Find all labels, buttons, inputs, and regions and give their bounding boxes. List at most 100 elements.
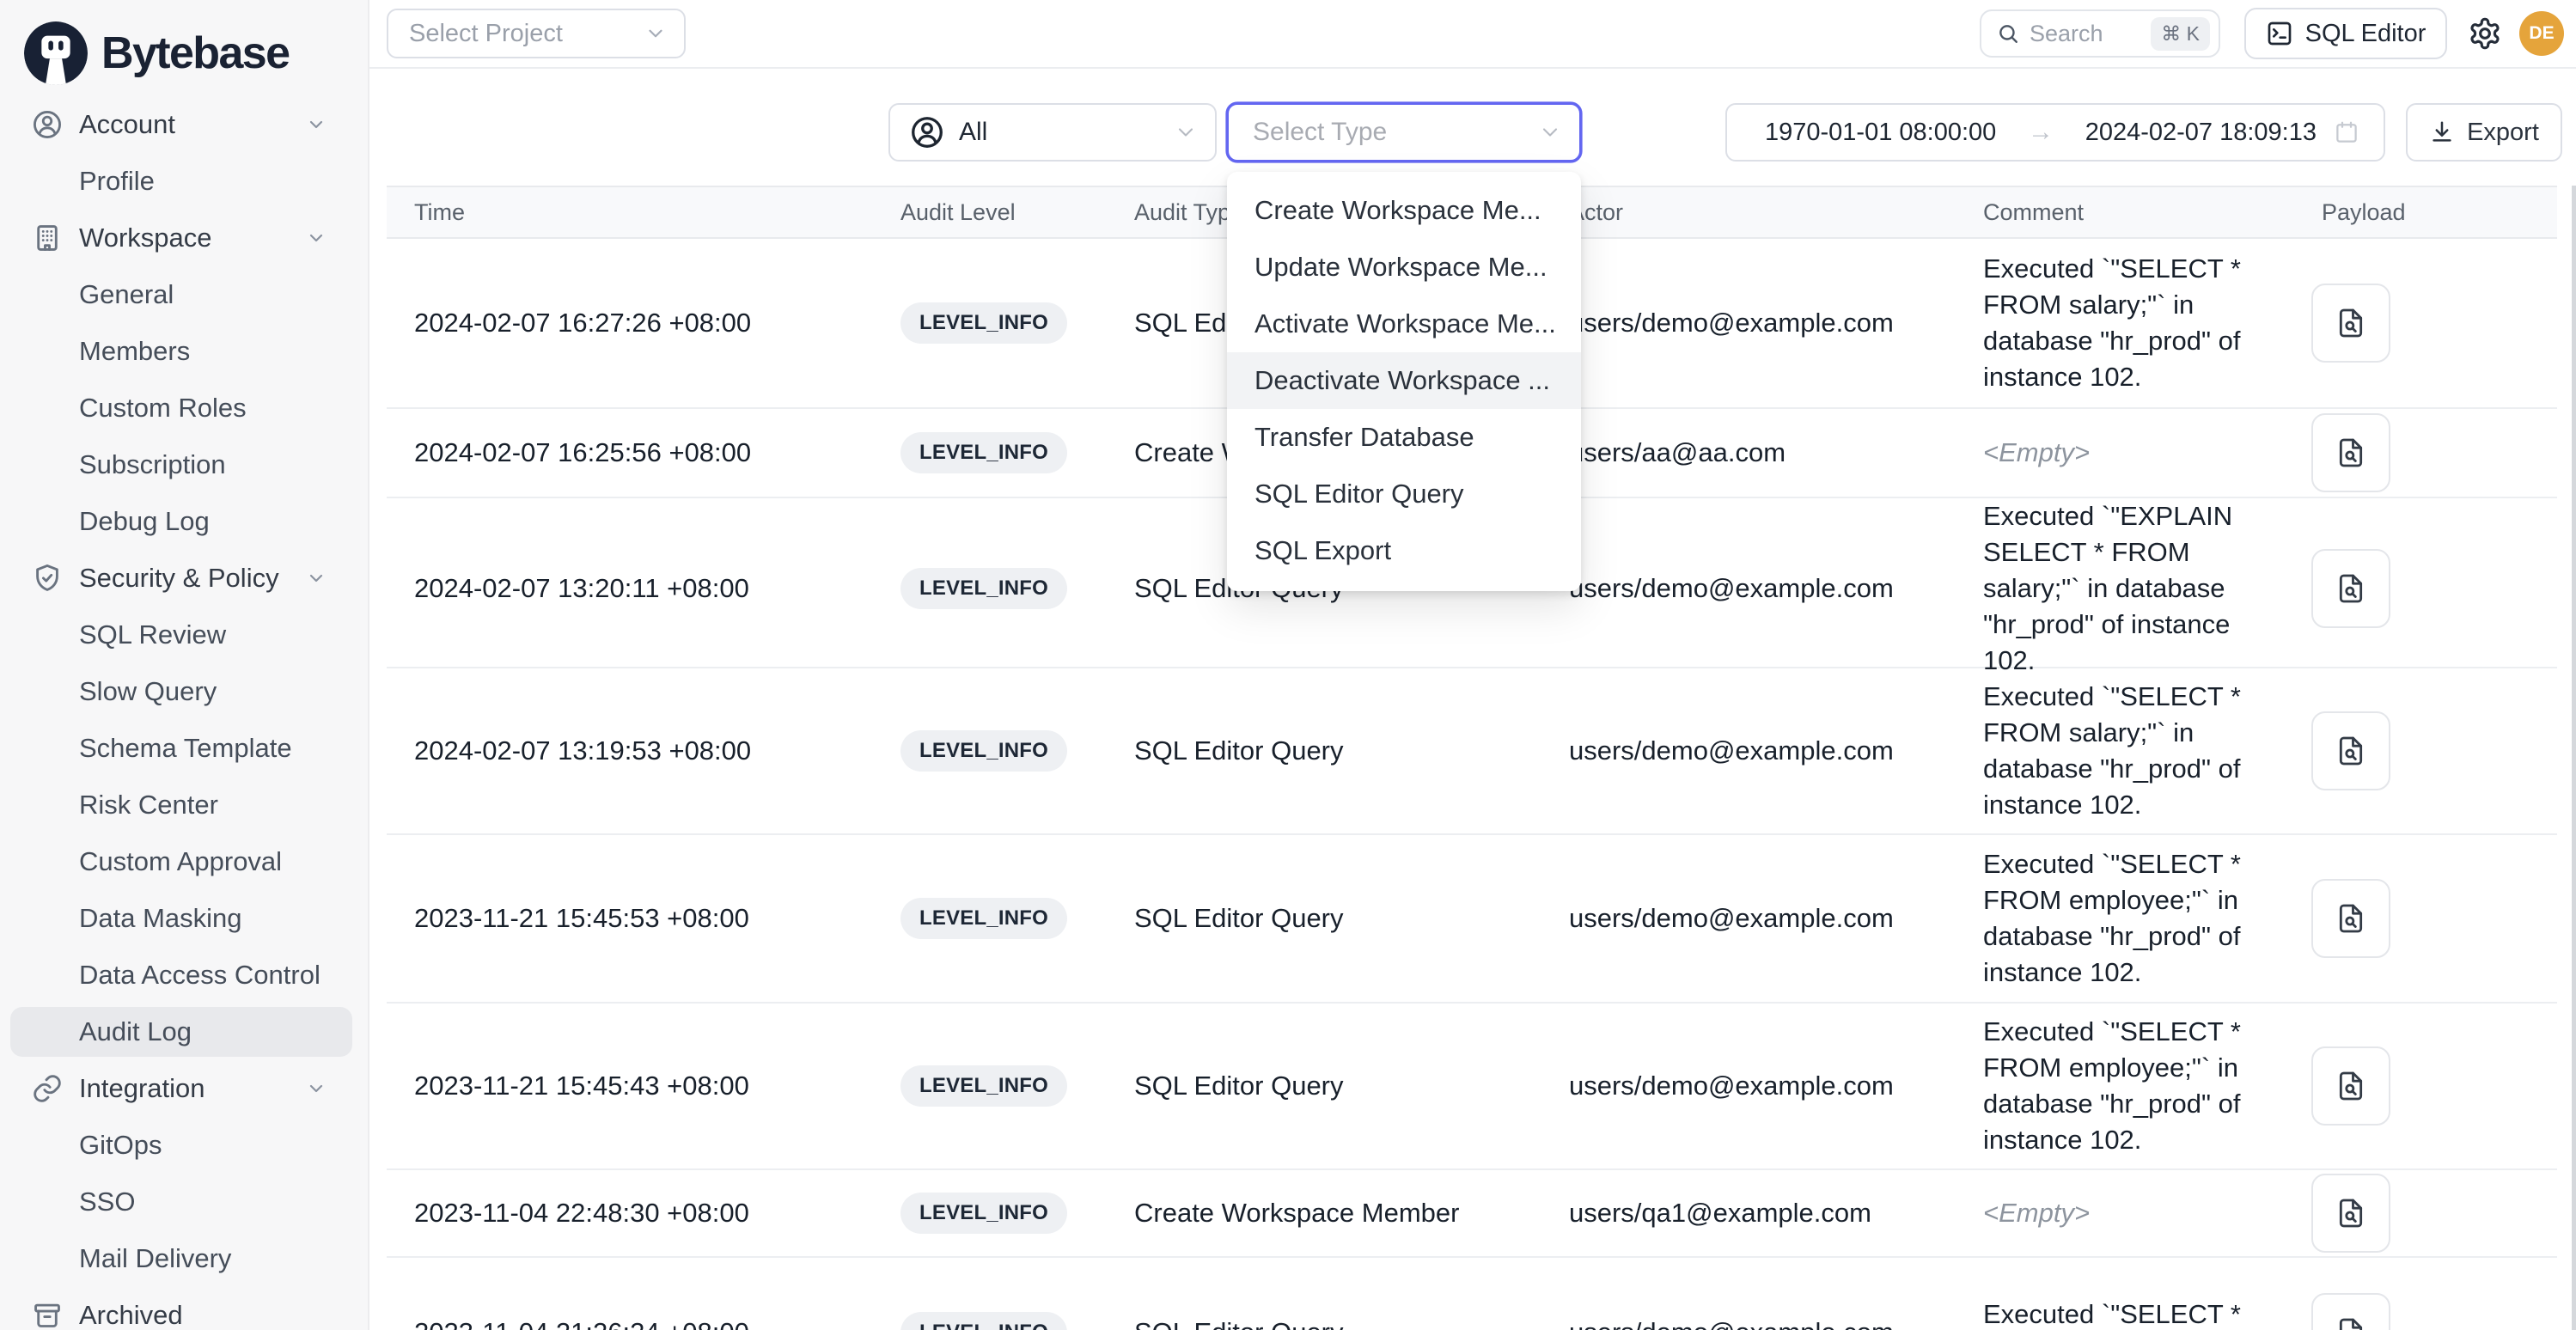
sidebar-item-account[interactable]: Account [0,96,368,153]
table-row: 2023-11-04 21:26:24 +08:00 LEVEL_INFO SQ… [387,1258,2557,1330]
chevron-down-icon [306,114,327,135]
user-circle-icon [909,114,945,150]
export-button[interactable]: Export [2406,103,2562,162]
sidebar-item-schema-template[interactable]: Schema Template [0,720,368,777]
chevron-down-icon [1174,120,1198,144]
cell-audit-type: SQL Editor Query [1134,1317,1569,1330]
level-badge: LEVEL_INFO [900,1193,1067,1234]
chevron-down-icon [306,568,327,589]
view-payload-button[interactable] [2311,1174,2390,1253]
sidebar-item-archived[interactable]: Archived [0,1287,368,1330]
col-header-payload: Payload [2311,199,2557,226]
level-badge: LEVEL_INFO [900,898,1067,939]
sidebar-item-profile[interactable]: Profile [0,153,368,210]
sidebar-item-risk-center[interactable]: Risk Center [0,777,368,833]
cell-audit-level: LEVEL_INFO [900,730,1134,772]
export-label: Export [2467,119,2539,147]
view-payload-button[interactable] [2311,1046,2390,1126]
sidebar-item-data-masking[interactable]: Data Masking [0,890,368,947]
level-badge: LEVEL_INFO [900,568,1067,609]
type-menu-option[interactable]: SQL Export [1227,522,1581,579]
type-filter-select[interactable]: Select Type [1227,103,1581,162]
arrow-right-icon: → [1996,118,2085,147]
date-from-value: 1970-01-01 08:00:00 [1765,119,1996,147]
file-search-icon [2334,1196,2368,1230]
sidebar-item-general[interactable]: General [0,266,368,323]
sidebar-item-subscription[interactable]: Subscription [0,436,368,493]
view-payload-button[interactable] [2311,549,2390,628]
chevron-down-icon [306,228,327,248]
actor-filter-select[interactable]: All [888,103,1217,162]
view-payload-button[interactable] [2311,879,2390,958]
cell-comment: Executed `"SELECT * FROM employee;"` in … [1983,1014,2311,1158]
cell-audit-level: LEVEL_INFO [900,432,1134,473]
brand-logo[interactable]: Bytebase [0,0,368,93]
sidebar-item-custom-approval[interactable]: Custom Approval [0,833,368,890]
file-search-icon [2334,1315,2368,1330]
sidebar-item-data-access-control[interactable]: Data Access Control [0,947,368,1004]
file-search-icon [2334,734,2368,768]
cell-time: 2023-11-04 21:26:24 +08:00 [414,1317,900,1330]
scrollbar[interactable] [2572,186,2576,1330]
cell-comment: Executed `"SELECT * FROM salary;"` in da… [1983,251,2311,395]
cell-audit-type: SQL Editor Query [1134,903,1569,934]
calendar-icon [2334,119,2359,145]
cell-actor: users/demo@example.com [1569,573,1983,604]
sidebar-item-sql-review[interactable]: SQL Review [0,607,368,663]
view-payload-button[interactable] [2311,711,2390,790]
cell-payload [2311,284,2557,363]
sidebar-nav: Account Profile Workspace General Member… [0,96,368,1330]
sidebar-item-gitops[interactable]: GitOps [0,1117,368,1174]
terminal-icon [2266,20,2293,47]
view-payload-button[interactable] [2311,1293,2390,1330]
cell-comment: <Empty> [1983,435,2311,471]
view-payload-button[interactable] [2311,413,2390,492]
sidebar-item-mail-delivery[interactable]: Mail Delivery [0,1230,368,1287]
cell-time: 2023-11-21 15:45:43 +08:00 [414,1071,900,1101]
sql-editor-button[interactable]: SQL Editor [2244,8,2447,59]
shield-check-icon [31,562,64,595]
type-menu-option[interactable]: Create Workspace Me... [1227,182,1581,239]
sidebar-item-slow-query[interactable]: Slow Query [0,663,368,720]
sidebar-item-sso[interactable]: SSO [0,1174,368,1230]
type-menu-option[interactable]: Deactivate Workspace ... [1227,352,1581,409]
cell-time: 2024-02-07 16:27:26 +08:00 [414,308,900,339]
type-menu-option[interactable]: Transfer Database [1227,409,1581,466]
search-shortcut-badge: ⌘ K [2151,17,2210,51]
cell-actor: users/aa@aa.com [1569,437,1983,468]
cell-payload [2311,413,2557,492]
bytebase-logo-icon [24,21,88,85]
file-search-icon [2334,571,2368,606]
cell-audit-level: LEVEL_INFO [900,568,1134,609]
sidebar-item-custom-roles[interactable]: Custom Roles [0,380,368,436]
project-select[interactable]: Select Project [387,9,686,58]
type-menu-option[interactable]: SQL Editor Query [1227,466,1581,522]
col-header-comment: Comment [1983,199,2311,226]
user-circle-icon [31,108,64,141]
table-row: 2023-11-21 15:45:43 +08:00 LEVEL_INFO SQ… [387,1004,2557,1170]
cell-actor: users/demo@example.com [1569,308,1983,339]
cell-audit-level: LEVEL_INFO [900,1312,1134,1330]
sidebar-item-integration[interactable]: Integration [0,1060,368,1117]
user-avatar[interactable]: DE [2519,11,2564,56]
level-badge: LEVEL_INFO [900,432,1067,473]
sidebar-item-audit-log[interactable]: Audit Log [0,1004,368,1060]
view-payload-button[interactable] [2311,284,2390,363]
cell-audit-level: LEVEL_INFO [900,1193,1134,1234]
type-menu-option[interactable]: Activate Workspace Me... [1227,296,1581,352]
sidebar-item-members[interactable]: Members [0,323,368,380]
settings-gear-icon[interactable] [2468,16,2502,51]
col-header-audit-level: Audit Level [900,199,1134,226]
search-input[interactable]: Search ⌘ K [1980,9,2220,58]
building-icon [31,222,64,254]
sidebar: Bytebase Account Profile Workspace Gener… [0,0,369,1330]
type-menu-option[interactable]: Update Workspace Me... [1227,239,1581,296]
cell-payload [2311,711,2557,790]
sidebar-item-security-policy[interactable]: Security & Policy [0,550,368,607]
cell-time: 2024-02-07 13:20:11 +08:00 [414,573,900,604]
date-range-input[interactable]: 1970-01-01 08:00:00 → 2024-02-07 18:09:1… [1725,103,2385,162]
bytebase-audit-log-page: Bytebase Account Profile Workspace Gener… [0,0,2576,1330]
sidebar-item-debug-log[interactable]: Debug Log [0,493,368,550]
sql-editor-label: SQL Editor [2305,20,2426,48]
sidebar-item-workspace[interactable]: Workspace [0,210,368,266]
